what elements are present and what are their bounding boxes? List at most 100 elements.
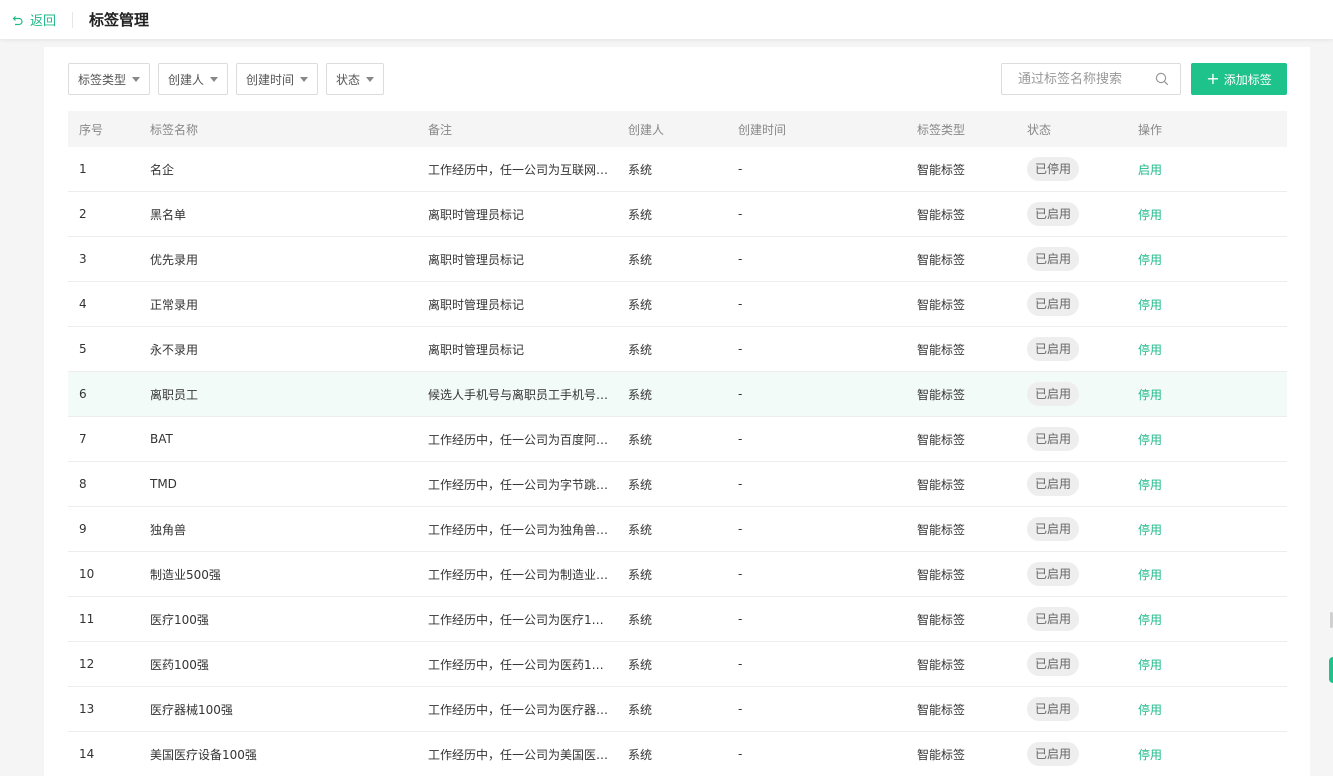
cell-index: 3	[79, 252, 87, 266]
cell-action: 停用	[1127, 296, 1287, 313]
page-title: 标签管理	[89, 11, 150, 29]
status-badge: 已启用	[1027, 337, 1080, 361]
cell-index: 4	[79, 297, 87, 311]
toggle-status-link[interactable]: 停用	[1138, 703, 1162, 717]
cell-tag-name: 正常录用	[150, 297, 199, 312]
cell-action: 启用	[1127, 161, 1287, 178]
toggle-status-link[interactable]: 停用	[1138, 433, 1162, 447]
cell-action: 停用	[1127, 746, 1287, 763]
col-header-index: 序号	[79, 122, 104, 137]
cell-note: 工作经历中，任一公司为字节跳动美团滴滴	[428, 477, 617, 492]
cell-index: 9	[79, 522, 87, 536]
cell-index: 1	[79, 162, 87, 176]
cell-tag-name: 医疗器械100强	[150, 702, 233, 717]
toggle-status-link[interactable]: 停用	[1138, 388, 1162, 402]
cell-creator: 系统	[628, 387, 653, 402]
cell-tag-type: 智能标签	[917, 477, 966, 492]
cell-creator: 系统	[628, 612, 653, 627]
cell-action: 停用	[1127, 431, 1287, 448]
status-badge: 已启用	[1027, 247, 1080, 271]
caret-down-icon	[366, 76, 375, 82]
table-row: 8 TMD 工作经历中，任一公司为字节跳动美团滴滴系统 - 智能标签 已启用 停用	[68, 462, 1287, 507]
cell-tag-name: 独角兽	[150, 522, 187, 537]
cell-status: 已启用	[1016, 607, 1127, 631]
col-header-status: 状态	[1027, 122, 1052, 137]
status-badge: 已启用	[1027, 427, 1080, 451]
cell-index: 12	[79, 657, 95, 671]
cell-note: 离职时管理员标记	[428, 207, 525, 222]
toggle-status-link[interactable]: 停用	[1138, 748, 1162, 762]
col-header-name: 标签名称	[150, 122, 199, 137]
filter-creator[interactable]: 创建人	[158, 63, 229, 95]
cell-action: 停用	[1127, 386, 1287, 403]
cell-status: 已启用	[1016, 337, 1127, 361]
toggle-status-link[interactable]: 停用	[1138, 343, 1162, 357]
cell-note: 离职时管理员标记	[428, 297, 525, 312]
table-row: 4 正常录用 离职时管理员标记 系统 - 智能标签 已启用 停用	[68, 282, 1287, 327]
cell-action: 停用	[1127, 611, 1287, 628]
table-row: 10 制造业500强 工作经历中，任一公司为制造业500强 系统 - 智能标签 已启用 停用	[68, 552, 1287, 597]
cell-creator: 系统	[628, 297, 653, 312]
cell-tag-type: 智能标签	[917, 342, 966, 357]
toggle-status-link[interactable]: 停用	[1138, 253, 1162, 267]
cell-tag-type: 智能标签	[917, 387, 966, 402]
tag-table: 序号 标签名称 备注 创建人 创建时间 标签类型 状态 操作 1 名企 工作经历中，…	[68, 111, 1287, 776]
top-bar: 返回 标签管理	[0, 0, 1333, 39]
cell-tag-name: 黑名单	[150, 207, 187, 222]
search-icon[interactable]	[1155, 72, 1169, 86]
cell-tag-name: 离职员工	[150, 387, 199, 402]
toggle-status-link[interactable]: 停用	[1138, 613, 1162, 627]
cell-created-time: -	[738, 657, 743, 671]
cell-note: 离职时管理员标记	[428, 252, 525, 267]
cell-tag-type: 智能标签	[917, 162, 966, 177]
cell-action: 停用	[1127, 566, 1287, 583]
table-header: 序号 标签名称 备注 创建人 创建时间 标签类型 状态 操作	[68, 111, 1287, 147]
cell-created-time: -	[738, 342, 743, 356]
table-row: 12 医药100强 工作经历中，任一公司为医药100强 系统 - 智能标签 已启用 停用	[68, 642, 1287, 687]
cell-status: 已启用	[1016, 472, 1127, 496]
cell-note: 候选人手机号与离职员工手机号一致	[428, 387, 617, 402]
toggle-status-link[interactable]: 停用	[1138, 298, 1162, 312]
cell-action: 停用	[1127, 251, 1287, 268]
table-row: 7 BAT 工作经历中，任一公司为百度阿里腾讯 系统 - 智能标签 已启用 停用	[68, 417, 1287, 462]
undo-arrow-icon	[12, 15, 23, 25]
toggle-status-link[interactable]: 停用	[1138, 658, 1162, 672]
status-badge: 已启用	[1027, 472, 1080, 496]
cell-creator: 系统	[628, 747, 653, 762]
cell-status: 已启用	[1016, 742, 1127, 766]
table-body: 1 名企 工作经历中，任一公司为互联网名企 系统 - 智能标签 已停用 启用 2 黑名单 离职时管理…	[68, 147, 1287, 776]
cell-note: 工作经历中，任一公司为医疗100强	[428, 612, 617, 627]
status-badge: 已启用	[1027, 742, 1080, 766]
filter-status[interactable]: 状态	[326, 63, 385, 95]
col-header-created-time: 创建时间	[738, 122, 787, 137]
cell-tag-type: 智能标签	[917, 612, 966, 627]
search-input[interactable]	[1002, 64, 1147, 94]
col-header-creator: 创建人	[628, 122, 665, 137]
caret-down-icon	[300, 76, 309, 82]
cell-note: 工作经历中，任一公司为互联网名企	[428, 162, 617, 177]
add-tag-button[interactable]: + 添加标签	[1191, 63, 1287, 95]
cell-status: 已启用	[1016, 562, 1127, 586]
cell-creator: 系统	[628, 432, 653, 447]
status-badge: 已启用	[1027, 517, 1080, 541]
cell-creator: 系统	[628, 342, 653, 357]
cell-tag-type: 智能标签	[917, 567, 966, 582]
cell-created-time: -	[738, 162, 743, 176]
cell-tag-name: TMD	[150, 477, 177, 491]
filter-created-time[interactable]: 创建时间	[236, 63, 319, 95]
back-button[interactable]: 返回	[12, 10, 56, 29]
floating-side-tab[interactable]	[1329, 657, 1333, 683]
toggle-status-link[interactable]: 停用	[1138, 568, 1162, 582]
status-badge: 已启用	[1027, 202, 1080, 226]
cell-note: 工作经历中，任一公司为医药100强	[428, 657, 617, 672]
table-row: 6 离职员工 候选人手机号与离职员工手机号一致 系统 - 智能标签 已启用 停用	[68, 372, 1287, 417]
toggle-status-link[interactable]: 停用	[1138, 523, 1162, 537]
toggle-status-link[interactable]: 停用	[1138, 478, 1162, 492]
toggle-status-link[interactable]: 停用	[1138, 208, 1162, 222]
cell-status: 已启用	[1016, 517, 1127, 541]
cell-status: 已启用	[1016, 292, 1127, 316]
filter-tag-type[interactable]: 标签类型	[68, 63, 151, 95]
status-badge: 已启用	[1027, 562, 1080, 586]
toggle-status-link[interactable]: 启用	[1138, 163, 1162, 177]
cell-creator: 系统	[628, 702, 653, 717]
